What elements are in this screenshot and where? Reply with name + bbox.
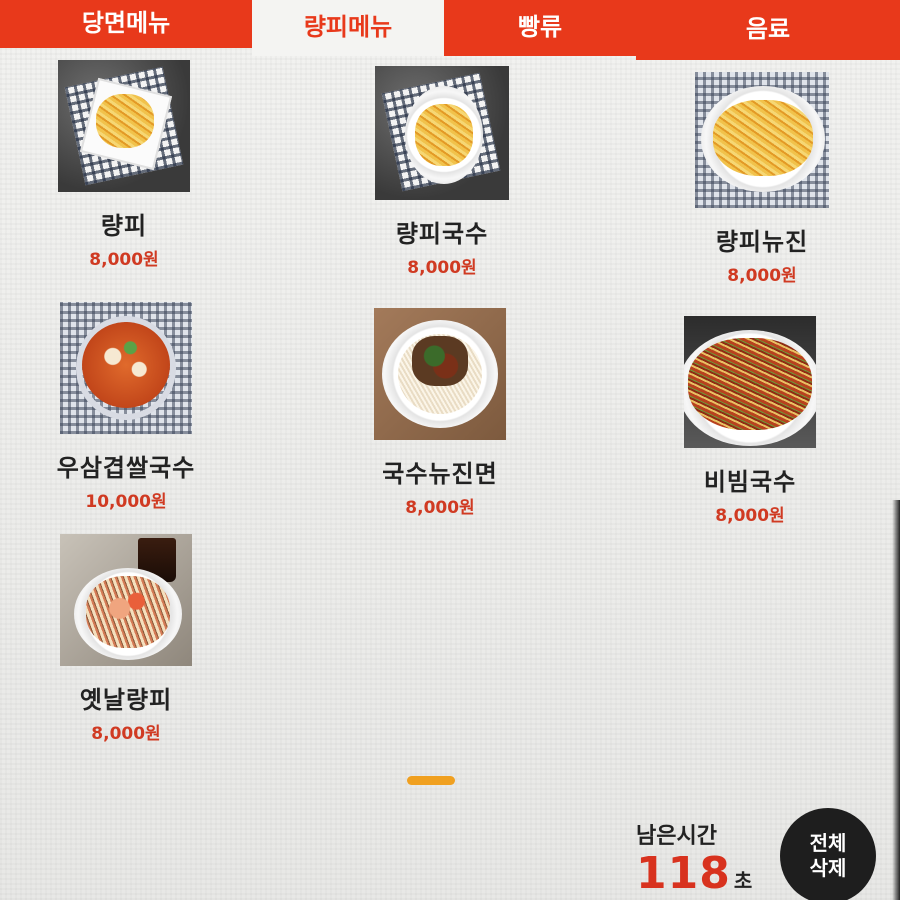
tab-label: 음료 bbox=[745, 14, 791, 43]
remaining-time: 118 초 bbox=[636, 848, 752, 899]
item-name: 국수뉴진면 bbox=[382, 460, 498, 488]
item-name: 량피국수 bbox=[395, 220, 489, 248]
menu-item-liangpi[interactable]: 량피 8,000원 bbox=[44, 60, 204, 270]
menu-item-liangpi-noodles[interactable]: 량피국수 8,000원 bbox=[362, 66, 522, 278]
menu-item-noodle-nyujin[interactable]: 국수뉴진면 8,000원 bbox=[360, 308, 520, 518]
food-image bbox=[375, 66, 509, 200]
item-price: 10,000원 bbox=[85, 492, 167, 512]
item-name: 비빔국수 bbox=[703, 468, 797, 496]
item-name: 우삼겹쌀국수 bbox=[56, 454, 196, 482]
page-indicator bbox=[407, 776, 455, 785]
remaining-time-unit: 초 bbox=[733, 869, 753, 893]
remaining-time-seconds: 118 bbox=[636, 848, 731, 899]
food-image bbox=[58, 60, 190, 192]
tab-label: 량피메뉴 bbox=[303, 12, 393, 41]
food-image bbox=[60, 534, 192, 666]
item-name: 량피 bbox=[100, 212, 148, 240]
item-price: 8,000원 bbox=[727, 266, 797, 286]
menu-item-beef-rice-noodles[interactable]: 우삼겹쌀국수 10,000원 bbox=[46, 302, 206, 512]
menu-item-old-style-liangpi[interactable]: 옛날량피 8,000원 bbox=[46, 534, 206, 744]
menu-item-liangpi-nyujin[interactable]: 량피뉴진 8,000원 bbox=[682, 72, 842, 286]
item-price: 8,000원 bbox=[405, 498, 475, 518]
item-price: 8,000원 bbox=[89, 250, 159, 270]
tab-drinks[interactable]: 음료 bbox=[636, 0, 900, 60]
kiosk-screen: 당면메뉴 량피메뉴 빵류 음료 량피 8,000원 량피국수 8,000원 량피… bbox=[0, 0, 900, 900]
item-price: 8,000원 bbox=[407, 258, 477, 278]
category-tabbar: 당면메뉴 량피메뉴 빵류 음료 bbox=[0, 0, 900, 60]
item-name: 옛날량피 bbox=[79, 686, 173, 714]
clear-all-label-line2: 삭제 bbox=[809, 856, 847, 880]
item-price: 8,000원 bbox=[91, 724, 161, 744]
food-image bbox=[60, 302, 192, 434]
tab-bread[interactable]: 빵류 bbox=[444, 0, 636, 56]
item-price: 8,000원 bbox=[715, 506, 785, 526]
menu-item-bibim-noodles[interactable]: 비빔국수 8,000원 bbox=[670, 316, 830, 526]
food-image bbox=[684, 316, 816, 448]
clear-all-label-line1: 전체 bbox=[809, 831, 847, 855]
food-image bbox=[695, 72, 829, 208]
item-name: 량피뉴진 bbox=[715, 228, 809, 256]
remaining-time-label: 남은시간 bbox=[636, 824, 717, 849]
tab-label: 당면메뉴 bbox=[81, 8, 171, 37]
tab-liangpi-menu[interactable]: 량피메뉴 bbox=[252, 0, 444, 56]
screen-bezel-edge bbox=[892, 500, 900, 900]
clear-all-button[interactable]: 전체 삭제 bbox=[780, 808, 876, 900]
food-image bbox=[374, 308, 506, 440]
tab-dangmyeon-menu[interactable]: 당면메뉴 bbox=[0, 0, 252, 48]
tab-label: 빵류 bbox=[517, 12, 563, 41]
